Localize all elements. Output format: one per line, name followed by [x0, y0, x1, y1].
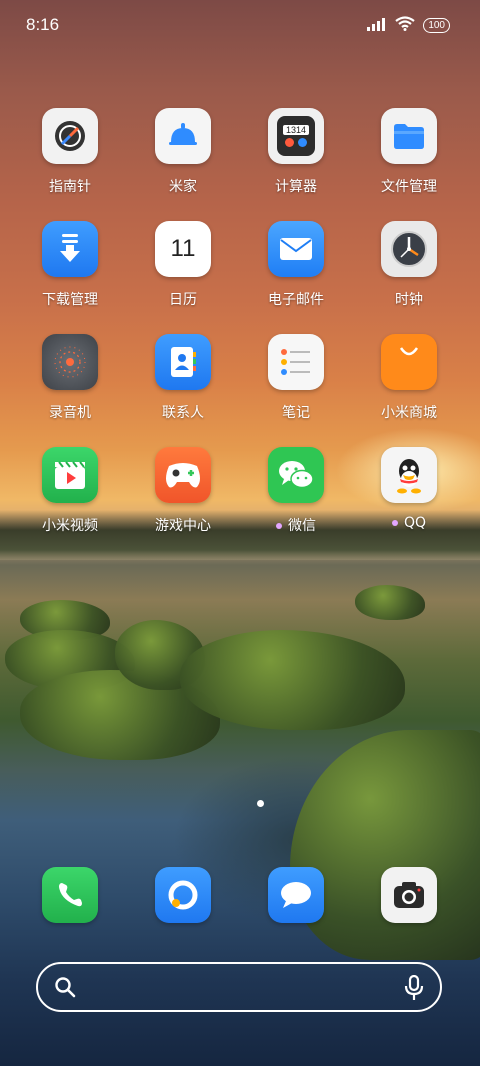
app-label: 笔记 — [282, 405, 310, 421]
app-label: 微信 — [246, 515, 346, 535]
app-label: 录音机 — [49, 405, 91, 421]
app-email[interactable]: 电子邮件 — [246, 221, 346, 309]
app-label-text: 微信 — [288, 518, 316, 534]
notification-dot — [276, 523, 282, 529]
game-center-icon — [155, 447, 211, 503]
app-label: 小米商城 — [381, 405, 437, 421]
browser-icon — [155, 867, 211, 923]
dock-phone[interactable] — [20, 867, 120, 923]
dock-camera[interactable] — [359, 867, 459, 923]
app-label: 文件管理 — [381, 179, 437, 195]
app-calendar[interactable]: 11 日历 — [133, 221, 233, 309]
wallpaper-rock — [355, 585, 425, 620]
dock-browser[interactable] — [133, 867, 233, 923]
app-mi-store[interactable]: 小米商城 — [359, 334, 459, 422]
app-recorder[interactable]: 录音机 — [20, 334, 120, 422]
search-bar[interactable] — [36, 962, 442, 1012]
notification-dot — [391, 520, 398, 526]
app-contacts[interactable]: 联系人 — [133, 334, 233, 422]
calculator-icon: 1314 — [268, 108, 324, 164]
mail-icon — [268, 221, 324, 277]
mi-store-icon — [381, 334, 437, 390]
status-icons: 100 — [367, 16, 450, 35]
app-label: 米家 — [169, 179, 197, 195]
app-notes[interactable]: 笔记 — [246, 334, 346, 422]
calendar-icon: 11 — [155, 221, 211, 277]
wechat-icon — [268, 447, 324, 503]
app-label: 小米视频 — [42, 518, 98, 534]
wallpaper-rock — [180, 630, 405, 730]
app-calculator[interactable]: 1314 计算器 — [246, 108, 346, 196]
page-indicator-dot — [257, 800, 264, 807]
qq-icon — [381, 447, 437, 503]
app-label: 时钟 — [395, 292, 423, 308]
wifi-icon — [395, 16, 415, 35]
app-label-text: QQ — [403, 515, 427, 531]
messages-icon — [268, 867, 324, 923]
battery-indicator: 100 — [423, 18, 450, 33]
calculator-display: 1314 — [282, 125, 310, 135]
dock-messages[interactable] — [246, 867, 346, 923]
folder-icon — [381, 108, 437, 164]
app-mi-video[interactable]: 小米视频 — [20, 447, 120, 535]
app-file-manager[interactable]: 文件管理 — [359, 108, 459, 196]
app-clock[interactable]: 时钟 — [359, 221, 459, 309]
app-label: 联系人 — [162, 405, 204, 421]
camera-icon — [381, 867, 437, 923]
app-label: 日历 — [169, 292, 197, 308]
status-time: 8:16 — [26, 15, 60, 34]
recorder-icon — [42, 334, 98, 390]
compass-icon — [42, 108, 98, 164]
app-game-center[interactable]: 游戏中心 — [133, 447, 233, 535]
app-label: 游戏中心 — [155, 518, 211, 534]
app-label: QQ — [359, 515, 459, 531]
mi-home-icon — [155, 108, 211, 164]
app-label: 电子邮件 — [268, 292, 324, 308]
download-icon — [42, 221, 98, 277]
clock-icon — [381, 221, 437, 277]
app-download-manager[interactable]: 下载管理 — [20, 221, 120, 309]
search-icon[interactable] — [54, 976, 76, 1002]
app-label: 下载管理 — [42, 292, 98, 308]
microphone-icon[interactable] — [404, 974, 424, 1005]
status-bar: 8:16 100 — [0, 0, 480, 50]
calendar-date: 11 — [170, 235, 196, 262]
phone-icon — [42, 867, 98, 923]
wallpaper-rock — [290, 730, 480, 960]
contacts-icon — [155, 334, 211, 390]
app-qq[interactable]: QQ — [359, 447, 459, 531]
signal-icon — [367, 16, 387, 35]
app-wechat[interactable]: 微信 — [246, 447, 346, 535]
app-label: 指南针 — [49, 179, 91, 195]
app-compass[interactable]: 指南针 — [20, 108, 120, 196]
notes-icon — [268, 334, 324, 390]
app-label: 计算器 — [275, 179, 317, 195]
app-mi-home[interactable]: 米家 — [133, 108, 233, 196]
video-icon — [42, 447, 98, 503]
